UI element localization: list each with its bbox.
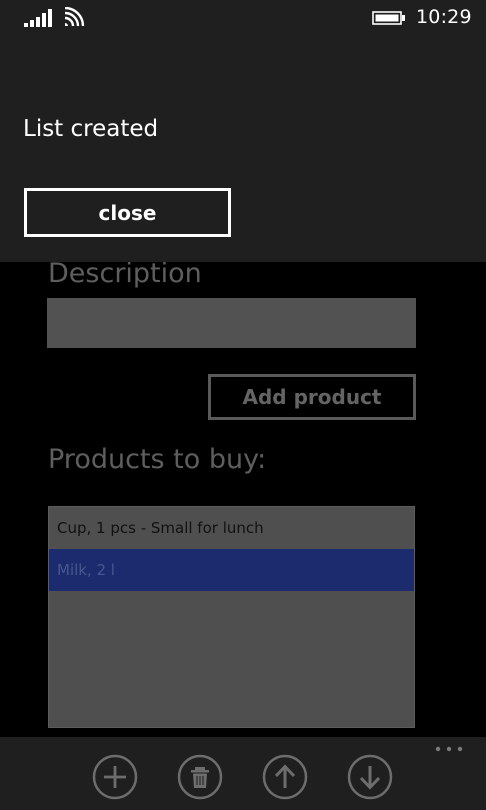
popup-message: List created — [23, 116, 159, 142]
list-item[interactable]: Cup, 1 pcs - Small for lunch — [49, 507, 414, 549]
description-input[interactable] — [47, 298, 416, 348]
add-product-button[interactable]: Add product — [208, 374, 416, 420]
arrow-down-icon[interactable] — [347, 754, 393, 800]
description-label: Description — [48, 258, 202, 289]
battery-icon — [372, 11, 405, 25]
application-bar — [0, 737, 486, 810]
add-icon[interactable] — [92, 754, 138, 800]
status-bar: 10:29 — [0, 0, 486, 36]
delete-icon[interactable] — [177, 754, 223, 800]
close-button[interactable]: close — [24, 188, 231, 237]
signal-strength-icon — [24, 9, 52, 27]
product-list[interactable]: Cup, 1 pcs - Small for lunch Milk, 2 l — [48, 506, 415, 728]
message-popup: 10:29 List created close — [0, 0, 486, 262]
wifi-icon — [64, 7, 85, 27]
list-item-selected[interactable]: Milk, 2 l — [49, 549, 414, 591]
clock: 10:29 — [416, 6, 472, 28]
more-dots-icon[interactable] — [434, 745, 464, 753]
products-to-buy-label: Products to buy: — [48, 444, 267, 475]
arrow-up-icon[interactable] — [262, 754, 308, 800]
